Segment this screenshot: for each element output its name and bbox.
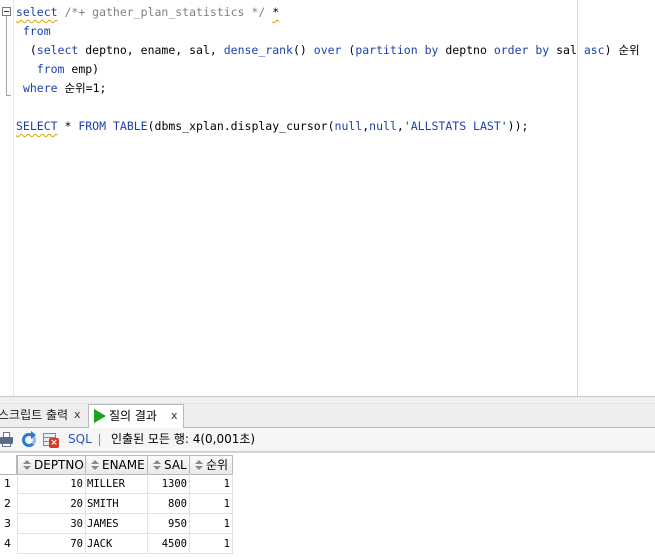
sql-button[interactable]: SQL	[68, 428, 92, 452]
grid-header: DEPTNO ENAME SAL 순위	[0, 452, 655, 475]
cell-ename[interactable]: MILLER	[86, 474, 148, 494]
column-header-rank[interactable]: 순위	[190, 455, 233, 475]
table-row[interactable]: 4 70 JACK 4500 1	[0, 534, 240, 554]
toolbar-separator	[99, 434, 100, 446]
cell-deptno[interactable]: 10	[17, 474, 86, 494]
cell-sal[interactable]: 800	[148, 494, 190, 514]
output-tab-bar: 스크립트 출력 x 질의 결과 x	[0, 404, 655, 429]
refresh-icon[interactable]	[21, 431, 37, 448]
code-line[interactable]: (select deptno, ename, sal, dense_rank()…	[16, 41, 640, 60]
cell-deptno[interactable]: 20	[17, 494, 86, 514]
code-line[interactable]: from emp)	[16, 60, 99, 79]
column-header-label: ENAME	[102, 458, 145, 472]
code-line[interactable]: where 순위=1;	[16, 79, 106, 98]
cell-sal[interactable]: 950	[148, 514, 190, 534]
tab-script-output-label: 스크립트 출력	[0, 408, 69, 422]
column-header-deptno[interactable]: DEPTNO	[17, 455, 86, 475]
cell-deptno[interactable]: 70	[17, 534, 86, 554]
cell-ename[interactable]: JACK	[86, 534, 148, 554]
cell-rank[interactable]: 1	[190, 534, 233, 554]
cell-deptno[interactable]: 30	[17, 514, 86, 534]
fold-guide-end	[6, 95, 11, 96]
run-icon	[94, 409, 106, 423]
cell-sal[interactable]: 1300	[148, 474, 190, 494]
tab-script-output[interactable]: 스크립트 출력 x	[0, 404, 84, 428]
result-grid[interactable]: DEPTNO ENAME SAL 순위 1 10 MILLER 1300 1 2…	[0, 452, 655, 560]
pane-splitter[interactable]	[0, 396, 655, 404]
table-row[interactable]: 1 10 MILLER 1300 1	[0, 474, 240, 494]
cell-sal[interactable]: 4500	[148, 534, 190, 554]
sort-icon	[22, 460, 32, 470]
result-toolbar: × SQL 인출된 모든 행: 4(0,001초)	[0, 428, 655, 452]
sort-icon	[152, 460, 162, 470]
sort-icon	[194, 460, 204, 470]
row-number: 1	[4, 477, 11, 490]
column-header-label: 순위	[206, 458, 229, 472]
tab-query-result[interactable]: 질의 결과 x	[88, 404, 184, 429]
row-number: 3	[4, 517, 11, 530]
cell-ename[interactable]: SMITH	[86, 494, 148, 514]
row-number: 4	[4, 537, 11, 550]
fold-guide-line	[6, 16, 7, 96]
collapse-icon[interactable]	[2, 7, 11, 16]
code-line[interactable]: SELECT * FROM TABLE(dbms_xplan.display_c…	[16, 117, 528, 136]
fetch-status-text: 인출된 모든 행: 4(0,001초)	[111, 432, 256, 446]
row-number: 2	[4, 497, 11, 510]
grid-corner	[0, 455, 17, 475]
cancel-fetch-icon[interactable]: ×	[43, 432, 59, 448]
code-line[interactable]: from	[16, 22, 51, 41]
cell-rank[interactable]: 1	[190, 514, 233, 534]
column-header-ename[interactable]: ENAME	[86, 455, 148, 475]
close-icon[interactable]: x	[171, 405, 178, 427]
cell-rank[interactable]: 1	[190, 494, 233, 514]
column-header-label: DEPTNO	[34, 458, 84, 472]
sort-icon	[90, 460, 100, 470]
column-header-label: SAL	[164, 458, 187, 472]
print-icon[interactable]	[0, 432, 16, 448]
close-icon[interactable]: x	[74, 404, 81, 426]
table-row[interactable]: 2 20 SMITH 800 1	[0, 494, 240, 514]
tab-query-result-label: 질의 결과	[109, 409, 157, 423]
table-row[interactable]: 3 30 JAMES 950 1	[0, 514, 240, 534]
cell-rank[interactable]: 1	[190, 474, 233, 494]
editor-gutter	[13, 0, 14, 396]
cell-ename[interactable]: JAMES	[86, 514, 148, 534]
code-line[interactable]: select /*+ gather_plan_statistics */ *	[16, 3, 279, 22]
column-header-sal[interactable]: SAL	[148, 455, 190, 475]
sql-editor[interactable]: select /*+ gather_plan_statistics */ * f…	[0, 0, 655, 396]
